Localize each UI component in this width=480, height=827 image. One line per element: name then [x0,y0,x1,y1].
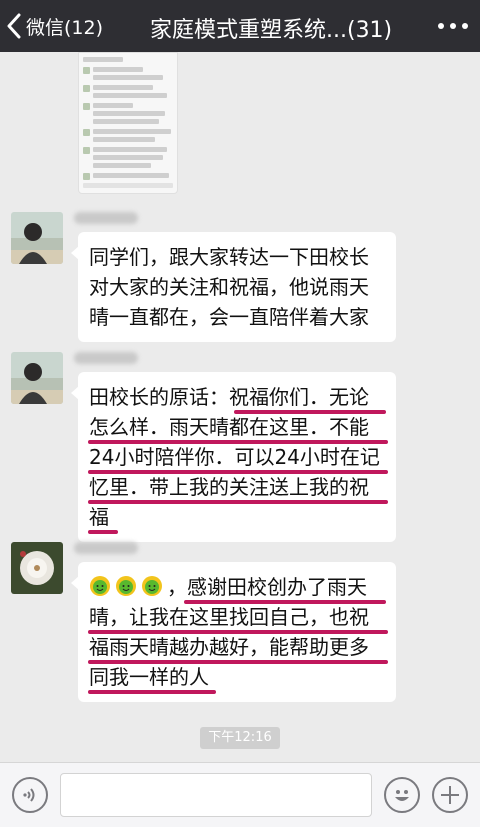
voice-icon [23,788,35,802]
avatar[interactable] [11,352,63,404]
handwritten-underline [88,530,118,534]
shared-screenshot-image[interactable] [78,52,178,194]
message-bubble[interactable]: 田校长的原话：祝福你们．无论 怎么样．雨天晴都在这里．不能 24小时陪伴你．可以… [71,372,396,542]
handwritten-underline [88,470,388,474]
back-label: 微信(12) [26,16,104,39]
message-bubble[interactable]: 同学们，跟大家转达一下田校长 对大家的关注和祝福，他说雨天 晴一直都在，会一直陪… [71,232,396,342]
chat-message: 田校长的原话：祝福你们．无论 怎么样．雨天晴都在这里．不能 24小时陪伴你．可以… [0,350,480,542]
smiling-green-face-emoji-icon [90,576,110,596]
more-functions-button[interactable] [432,777,468,813]
more-dot-icon [450,23,456,29]
emoji-button[interactable] [384,777,420,813]
message-bubble[interactable]: ，感谢田校创办了雨天 晴，让我在这里找回自己，也祝 福雨天晴越办越好，能帮助更多… [71,562,396,702]
sender-name [74,212,138,224]
handwritten-underline [234,410,386,414]
handwritten-underline [88,500,388,504]
message-text: 晴，让我在这里找回自己，也祝 福雨天晴越办越好，能帮助更多 同我一样的人 [89,605,369,689]
handwritten-underline [88,690,216,694]
back-button[interactable]: 微信(12) [6,8,103,44]
handwritten-underline [184,600,386,604]
chat-message-list[interactable]: 同学们，跟大家转达一下田校长 对大家的关注和祝福，他说雨天 晴一直都在，会一直陪… [0,52,480,762]
chevron-left-icon [7,13,21,39]
chat-message: 同学们，跟大家转达一下田校长 对大家的关注和祝福，他说雨天 晴一直都在，会一直陪… [0,210,480,342]
message-timestamp: 下午12:16 [200,727,280,749]
chat-message: ，感谢田校创办了雨天 晴，让我在这里找回自己，也祝 福雨天晴越办越好，能帮助更多… [0,540,480,710]
message-text: 同学们，跟大家转达一下田校长 对大家的关注和祝福，他说雨天 晴一直都在，会一直陪… [89,245,369,329]
message-input[interactable] [60,773,372,817]
chat-title: 家庭模式重塑系统...(31) [150,18,393,43]
message-text: 田校长的原话：祝福你们．无论 怎么样．雨天晴都在这里．不能 24小时陪伴你．可以… [89,385,380,529]
smiley-icon [395,790,409,801]
message-text: ，感谢田校创办了雨天 [167,575,367,599]
smiling-green-face-emoji-icon [116,576,136,596]
voice-input-button[interactable] [12,777,48,813]
smiling-green-face-emoji-icon [142,576,162,596]
handwritten-underline [88,440,388,444]
sender-name [74,542,138,554]
handwritten-underline [88,630,388,634]
sender-name [74,352,138,364]
handwritten-underline [88,660,388,664]
avatar[interactable] [11,542,63,594]
plus-icon [441,786,459,804]
chat-header: 微信(12) 家庭模式重塑系统...(31) [0,0,480,52]
more-options-button[interactable] [438,18,468,34]
more-dot-icon [438,23,444,29]
chat-input-bar [0,762,480,827]
more-dot-icon [462,23,468,29]
avatar[interactable] [11,212,63,264]
